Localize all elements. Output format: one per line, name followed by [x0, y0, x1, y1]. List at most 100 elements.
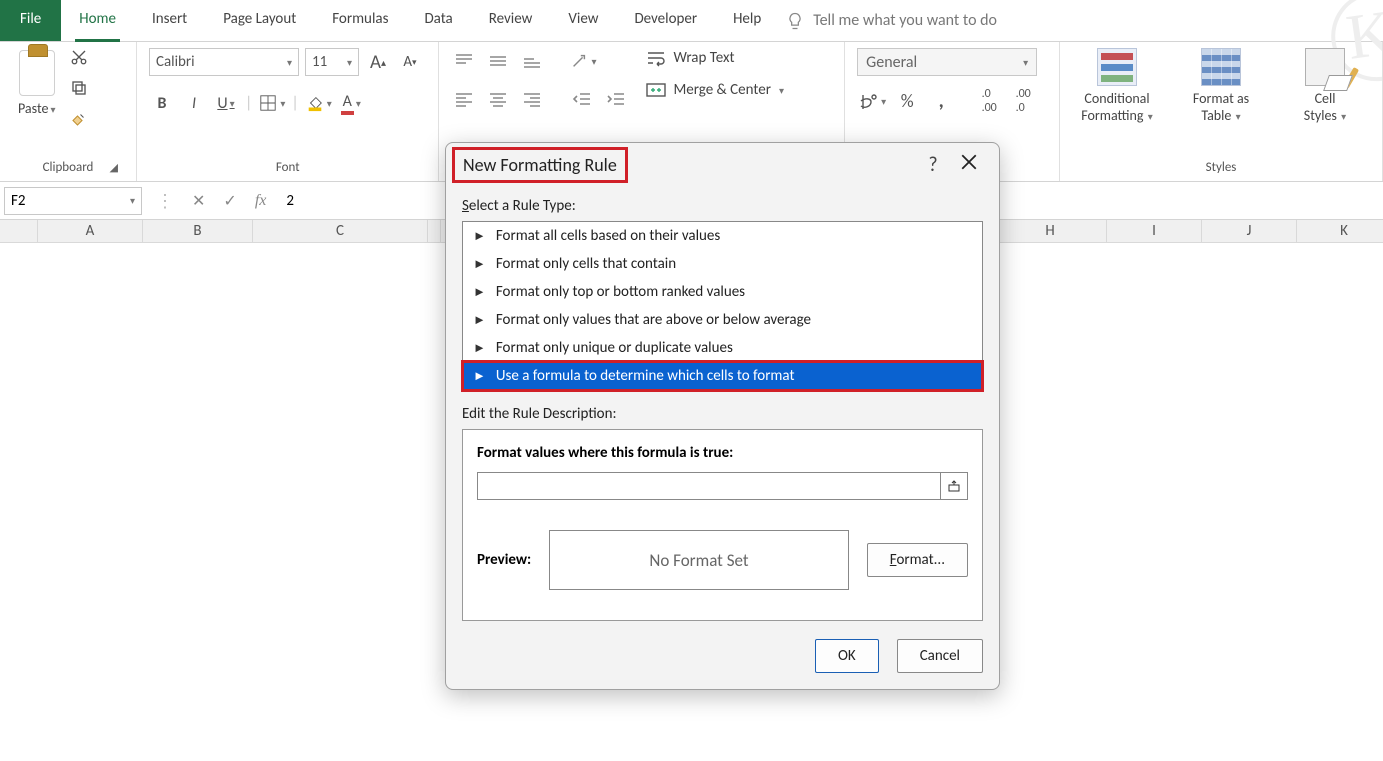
tab-file[interactable]: File	[0, 0, 61, 41]
rule-type-item-selected[interactable]: ►Use a formula to determine which cells …	[463, 362, 982, 390]
fat-l2: Table	[1201, 107, 1231, 124]
copy-icon[interactable]	[70, 79, 88, 102]
col-header-B[interactable]: B	[143, 220, 253, 243]
align-center-icon[interactable]	[485, 86, 511, 112]
increase-font-icon[interactable]: A▴	[365, 49, 391, 75]
format-as-table-button[interactable]: Format as Table ▾	[1176, 48, 1266, 124]
cell-styles-button[interactable]: Cell Styles ▾	[1280, 48, 1370, 124]
wrap-text-label: Wrap Text	[673, 49, 734, 67]
col-header-J[interactable]: J	[1202, 220, 1297, 243]
bold-button[interactable]: B	[149, 90, 175, 116]
dialog-help-button[interactable]: ?	[915, 153, 951, 177]
tab-page-layout[interactable]: Page Layout	[205, 0, 314, 41]
fat-l1: Format as	[1193, 90, 1249, 107]
dialog-close-button[interactable]	[951, 153, 987, 177]
formula-input[interactable]	[477, 472, 940, 500]
decrease-font-icon[interactable]: A▾	[397, 49, 423, 75]
decrease-indent-icon[interactable]	[569, 86, 595, 112]
col-header-H[interactable]: H	[994, 220, 1107, 243]
tab-help[interactable]: Help	[715, 0, 779, 41]
rule-type-item[interactable]: ►Format only cells that contain	[463, 250, 982, 278]
number-format-combo[interactable]: General▾	[857, 48, 1037, 76]
col-header-I[interactable]: I	[1107, 220, 1202, 243]
tab-formulas[interactable]: Formulas	[314, 0, 406, 41]
merge-center-label: Merge & Center	[673, 81, 771, 99]
align-right-icon[interactable]	[519, 86, 545, 112]
merge-center-button[interactable]: Merge & Center▾	[645, 80, 784, 100]
rule-type-item[interactable]: ►Format all cells based on their values	[463, 222, 982, 250]
cut-icon[interactable]	[70, 48, 88, 71]
fx-icon[interactable]: fx	[255, 192, 267, 210]
group-clipboard: Paste▾ Clipboard◢	[0, 42, 137, 181]
enter-formula-icon[interactable]: ✓	[223, 191, 236, 211]
align-left-icon[interactable]	[451, 86, 477, 112]
tab-insert[interactable]: Insert	[134, 0, 205, 41]
ok-button[interactable]: OK	[815, 639, 879, 673]
col-header-A[interactable]: A	[38, 220, 143, 243]
col-header-C[interactable]: C	[253, 220, 428, 243]
wrap-text-button[interactable]: Wrap Text	[645, 48, 784, 68]
borders-button[interactable]: ▾	[258, 90, 285, 116]
rule-type-item[interactable]: ►Format only top or bottom ranked values	[463, 278, 982, 306]
cancel-button[interactable]: Cancel	[897, 639, 983, 673]
font-name-value: Calibri	[156, 53, 195, 71]
tab-data[interactable]: Data	[406, 0, 470, 41]
col-header-K[interactable]: K	[1297, 220, 1383, 243]
cond-l1: Conditional	[1084, 90, 1149, 107]
tell-me-label: Tell me what you want to do	[813, 11, 997, 30]
tab-developer[interactable]: Developer	[616, 0, 715, 41]
edit-rule-description-label: Edit the Rule Description:	[462, 405, 983, 423]
paste-icon	[19, 50, 55, 96]
align-top-icon[interactable]	[451, 48, 477, 74]
preview-box: No Format Set	[549, 530, 849, 590]
rule-type-item[interactable]: ►Format only unique or duplicate values	[463, 334, 982, 362]
tab-home[interactable]: Home	[61, 0, 134, 41]
name-box[interactable]: F2▾	[4, 187, 142, 215]
percent-format-icon[interactable]: %	[894, 88, 920, 114]
paste-label: Paste	[18, 100, 48, 117]
wrap-text-icon	[645, 48, 667, 68]
font-name-combo[interactable]: Calibri▾	[149, 48, 299, 76]
preview-label: Preview:	[477, 551, 531, 569]
select-all-triangle[interactable]	[0, 220, 38, 243]
close-icon	[960, 153, 978, 171]
range-selector-icon	[947, 479, 961, 493]
cell-styles-icon	[1305, 48, 1345, 86]
italic-button[interactable]: I	[181, 90, 207, 116]
tab-review[interactable]: Review	[471, 0, 551, 41]
align-middle-icon[interactable]	[485, 48, 511, 74]
align-bottom-icon[interactable]	[519, 48, 545, 74]
number-format-value: General	[866, 53, 917, 72]
formula-value[interactable]: 2	[274, 192, 306, 210]
col-header-partial[interactable]	[428, 220, 441, 243]
format-painter-icon[interactable]	[70, 110, 88, 133]
font-size-value: 11	[312, 53, 327, 71]
dialog-title: New Formatting Rule	[452, 147, 628, 183]
orientation-button[interactable]: ▾	[569, 48, 596, 74]
cond-l2: Formatting	[1081, 107, 1143, 124]
lightbulb-icon	[785, 11, 805, 31]
collapse-dialog-button[interactable]	[940, 472, 968, 500]
font-color-button[interactable]: A▾	[338, 90, 364, 116]
cell-l1: Cell	[1315, 90, 1336, 107]
decrease-decimal-icon[interactable]: .00.0	[1010, 88, 1036, 114]
tab-view[interactable]: View	[550, 0, 616, 41]
group-styles: Conditional Formatting ▾ Format as Table…	[1060, 42, 1383, 181]
rule-type-item[interactable]: ►Format only values that are above or be…	[463, 306, 982, 334]
tell-me-search[interactable]: Tell me what you want to do	[785, 0, 997, 41]
accounting-format-icon[interactable]: ▾	[857, 88, 886, 114]
format-button[interactable]: Format...	[867, 543, 968, 577]
increase-indent-icon[interactable]	[603, 86, 629, 112]
cancel-formula-icon[interactable]: ✕	[192, 191, 205, 211]
paste-button[interactable]: Paste▾	[12, 48, 62, 119]
conditional-formatting-button[interactable]: Conditional Formatting ▾	[1072, 48, 1162, 124]
underline-button[interactable]: U▾	[213, 90, 239, 116]
clipboard-launcher-icon[interactable]: ◢	[110, 161, 118, 174]
cell-l2: Styles	[1304, 107, 1337, 124]
comma-format-icon[interactable]: ,	[928, 88, 954, 114]
font-size-combo[interactable]: 11▾	[305, 48, 359, 76]
fill-color-button[interactable]: ▾	[305, 90, 332, 116]
merge-icon	[645, 80, 667, 100]
rule-type-list[interactable]: ►Format all cells based on their values …	[462, 221, 983, 391]
increase-decimal-icon[interactable]: .0.00	[976, 88, 1002, 114]
